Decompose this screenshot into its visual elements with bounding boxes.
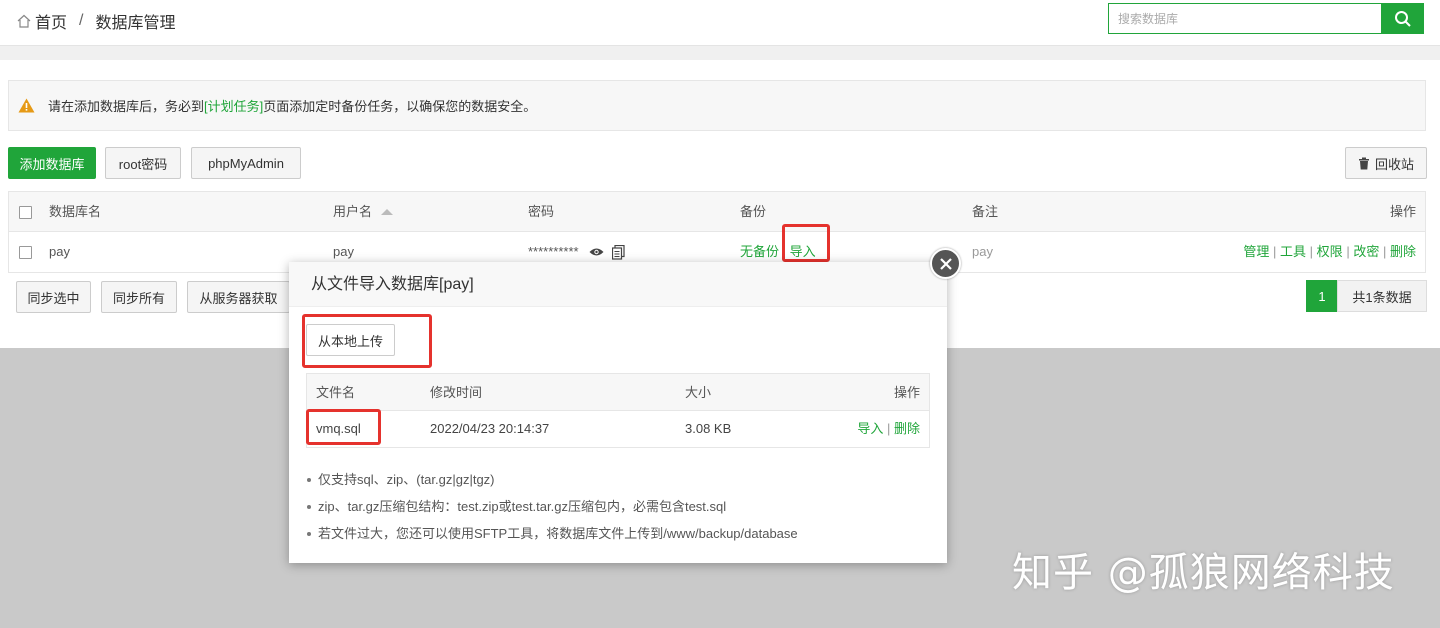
modal-close-button[interactable] xyxy=(930,248,961,279)
search-icon xyxy=(1394,10,1411,27)
file-actions: 导入 | 删除 xyxy=(857,411,920,447)
database-table: 数据库名 用户名 密码 备份 备注 操作 pay pay ********** … xyxy=(8,191,1426,273)
phpmyadmin-button[interactable]: phpMyAdmin xyxy=(191,147,301,179)
row-checkbox[interactable] xyxy=(19,246,32,259)
row-actions: 管理 | 工具 | 权限 | 改密 | 删除 xyxy=(1243,244,1416,259)
file-table-header: 文件名 修改时间 大小 操作 xyxy=(307,374,929,411)
note-item: 若文件过大，您还可以使用SFTP工具，将数据库文件上传到/www/backup/… xyxy=(306,520,798,547)
header-file-actions: 操作 xyxy=(893,385,920,400)
header-password: 密码 xyxy=(528,204,555,219)
alert-text-after: 页面添加定时备份任务，以确保您的数据安全。 xyxy=(263,99,537,114)
notes-list: 仅支持sql、zip、(tar.gz|gz|tgz) zip、tar.gz压缩包… xyxy=(306,466,798,547)
eye-icon[interactable] xyxy=(589,247,604,257)
header-name: 数据库名 xyxy=(49,204,102,219)
recycle-bin-button[interactable]: 回收站 xyxy=(1345,147,1427,179)
action-tools[interactable]: 工具 xyxy=(1280,244,1306,259)
cron-task-link[interactable]: [计划任务] xyxy=(204,96,263,115)
action-permissions[interactable]: 权限 xyxy=(1317,244,1343,259)
header-actions: 操作 xyxy=(1389,204,1416,219)
root-password-button[interactable]: root密码 xyxy=(105,147,181,179)
copy-icon[interactable] xyxy=(611,244,625,260)
breadcrumb: 首页 / 数据库管理 xyxy=(16,9,175,33)
header-remark: 备注 xyxy=(972,204,999,219)
file-table: 文件名 修改时间 大小 操作 vmq.sql 2022/04/23 20:14:… xyxy=(306,373,930,448)
header-user-label: 用户名 xyxy=(333,204,373,219)
search-button[interactable] xyxy=(1381,3,1424,34)
alert-text-before: 请在添加数据库后，务必到 xyxy=(48,99,205,114)
alert-banner: 请在添加数据库后，务必到 [计划任务] 页面添加定时备份任务，以确保您的数据安全。 xyxy=(8,80,1426,131)
header-backup: 备份 xyxy=(740,204,767,219)
highlight-filename xyxy=(306,409,381,445)
sort-up-icon xyxy=(380,209,393,215)
breadcrumb-separator: / xyxy=(79,12,84,29)
db-name: pay xyxy=(49,244,70,259)
file-mtime: 2022/04/23 20:14:37 xyxy=(430,421,550,436)
table-header: 数据库名 用户名 密码 备份 备注 操作 xyxy=(9,192,1425,232)
file-import-link[interactable]: 导入 xyxy=(857,421,883,436)
file-action-separator: | xyxy=(886,421,891,436)
select-all-checkbox[interactable] xyxy=(19,206,32,219)
breadcrumb-home[interactable]: 首页 xyxy=(35,9,67,33)
action-manage[interactable]: 管理 xyxy=(1243,244,1269,259)
action-delete[interactable]: 删除 xyxy=(1390,244,1416,259)
search-box xyxy=(1108,3,1424,34)
trash-icon xyxy=(1358,157,1369,169)
header-filename: 文件名 xyxy=(316,385,356,400)
header-size: 大小 xyxy=(685,385,712,400)
import-modal: 从文件导入数据库[pay] 从本地上传 文件名 修改时间 大小 操作 vmq.s… xyxy=(289,262,947,563)
top-bar: 首页 / 数据库管理 xyxy=(0,0,1440,46)
highlight-upload xyxy=(302,314,432,368)
file-delete-link[interactable]: 删除 xyxy=(894,421,920,436)
page-title: 数据库管理 xyxy=(95,15,176,32)
recycle-bin-label: 回收站 xyxy=(1374,156,1414,172)
close-icon xyxy=(939,257,952,270)
home-icon[interactable] xyxy=(16,13,32,29)
note-item: 仅支持sql、zip、(tar.gz|gz|tgz) xyxy=(306,466,798,493)
total-count: 共1条数据 xyxy=(1337,280,1427,312)
sync-selected-button[interactable]: 同步选中 xyxy=(16,281,91,313)
search-input[interactable] xyxy=(1108,3,1381,34)
file-size: 3.08 KB xyxy=(685,421,732,436)
fetch-from-server-button[interactable]: 从服务器获取 xyxy=(187,281,290,313)
header-user[interactable]: 用户名 xyxy=(333,192,393,232)
watermark: 知乎 @孤狼网络科技 xyxy=(1012,550,1395,596)
db-remark: pay xyxy=(972,244,993,259)
sync-all-button[interactable]: 同步所有 xyxy=(101,281,177,313)
note-item: zip、tar.gz压缩包结构：test.zip或test.tar.gz压缩包内… xyxy=(306,493,798,520)
current-page[interactable]: 1 xyxy=(1306,280,1338,312)
modal-title: 从文件导入数据库[pay] xyxy=(289,262,947,307)
file-row: vmq.sql 2022/04/23 20:14:37 3.08 KB 导入 |… xyxy=(307,411,929,447)
header-mtime: 修改时间 xyxy=(430,385,483,400)
add-database-button[interactable]: 添加数据库 xyxy=(8,147,96,179)
warning-icon xyxy=(18,98,35,113)
highlight-import xyxy=(782,224,830,262)
action-change-password[interactable]: 改密 xyxy=(1353,244,1379,259)
backup-status-link[interactable]: 无备份 xyxy=(740,244,779,259)
